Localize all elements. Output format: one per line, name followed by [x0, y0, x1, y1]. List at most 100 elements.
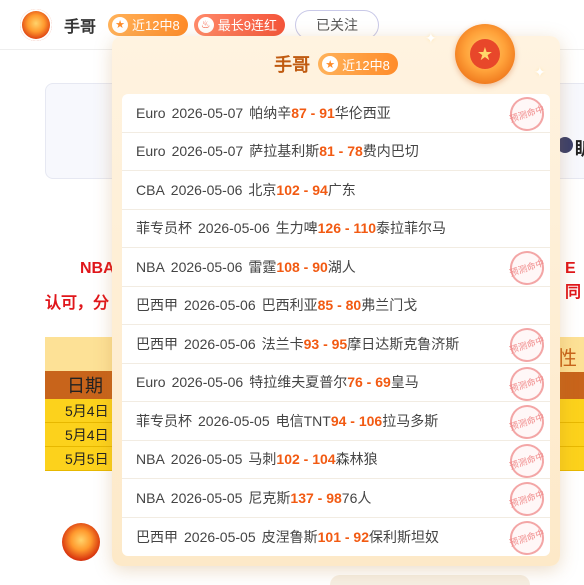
notice-text-right: E同	[565, 260, 582, 301]
league-label: 菲专员杯	[136, 412, 192, 429]
prediction-item[interactable]: NBA 2026-05-06 雷霆 108 - 90 湖人 预测命中	[122, 246, 550, 290]
league-label: 巴西甲	[136, 297, 178, 314]
home-team: 雷霆	[248, 258, 277, 275]
prediction-item[interactable]: NBA 2026-05-05 马刺 102 - 104 森林狼 预测命中	[122, 439, 550, 482]
away-team: 保利斯坦奴	[369, 528, 439, 545]
hit-stamp-icon: 预测命中	[505, 439, 549, 482]
league-label: Euro	[136, 374, 166, 391]
hit-stamp-icon: 预测命中	[505, 477, 549, 521]
score-label: 94 - 106	[330, 412, 383, 429]
medal-icon: ★	[112, 16, 129, 33]
home-team: 尼克斯	[248, 489, 291, 506]
prediction-item[interactable]: 菲专员杯 2026-05-06 生力啤 126 - 110 泰拉菲尔马	[122, 210, 550, 248]
popup-header: 手哥 ★ 近12中8	[112, 50, 560, 78]
hit-stamp-icon: 预测命中	[505, 516, 549, 556]
record-popup: ✦ ✦ ★ 手哥 ★ 近12中8 Euro 2026-05-07 帕纳辛 87 - 9…	[112, 24, 560, 566]
popup-record-badge: ★ 近12中8	[318, 53, 398, 75]
score-label: 101 - 92	[317, 528, 369, 545]
home-team: 特拉维夫夏普尔	[249, 374, 348, 391]
score-label: 76 - 69	[347, 374, 391, 391]
flame-icon: ♨	[197, 16, 214, 33]
hit-stamp-icon: 预测命中	[505, 323, 549, 367]
home-team: 电信TNT	[275, 412, 331, 429]
table-right-mark: 性	[557, 342, 584, 372]
league-label: NBA	[136, 258, 165, 275]
hit-stamp-icon: 预测命中	[505, 362, 549, 405]
date-label: 2026-05-05	[170, 489, 243, 506]
home-team: 皮涅鲁斯	[261, 528, 318, 545]
popup-username: 手哥	[274, 55, 311, 75]
user-avatar[interactable]	[20, 8, 52, 41]
notice-text-line1: NBA	[80, 260, 115, 277]
prediction-item[interactable]: 巴西甲 2026-05-05 皮涅鲁斯 101 - 92 保利斯坦奴 预测命中	[122, 516, 550, 556]
author-name-bar	[330, 575, 530, 585]
away-team: 拉马多斯	[382, 412, 439, 429]
score-label: 102 - 94	[276, 181, 328, 198]
date-label: 2026-05-06	[184, 297, 256, 314]
league-label: Euro	[136, 104, 166, 121]
hit-stamp-icon: 预测命中	[505, 246, 549, 290]
prediction-item[interactable]: CBA 2026-05-06 北京 102 - 94 广东	[122, 171, 550, 210]
score-label: 81 - 78	[319, 143, 363, 160]
score-label: 108 - 90	[276, 258, 328, 275]
prediction-item[interactable]: Euro 2026-05-07 萨拉基利斯 81 - 78 费内巴切	[122, 133, 550, 171]
card-right-text: 盺	[575, 135, 584, 161]
league-label: 巴西甲	[136, 528, 178, 545]
league-label: CBA	[136, 181, 165, 198]
prediction-item[interactable]: NBA 2026-05-05 尼克斯 137 - 98 76人 预测命中	[122, 477, 550, 521]
away-team: 广东	[327, 181, 356, 198]
prediction-list: Euro 2026-05-07 帕纳辛 87 - 91 华伦西亚 预测命中 Euro 2026…	[122, 94, 550, 556]
streak-badge[interactable]: ♨ 最长9连红	[193, 13, 285, 36]
prediction-item[interactable]: 菲专员杯 2026-05-05 电信TNT 94 - 106 拉马多斯 预测命中	[122, 400, 550, 444]
away-team: 弗兰门戈	[361, 297, 418, 314]
recent-record-badge[interactable]: ★ 近12中8	[108, 13, 188, 36]
away-team: 华伦西亚	[334, 104, 391, 121]
home-team: 北京	[248, 181, 277, 198]
league-label: 菲专员杯	[136, 220, 192, 237]
hit-stamp-icon: 预测命中	[505, 94, 549, 136]
author-avatar[interactable]	[62, 523, 100, 561]
date-label: 2026-05-06	[171, 374, 244, 391]
league-label: Euro	[136, 143, 166, 160]
league-label: NBA	[136, 489, 165, 506]
score-label: 85 - 80	[317, 297, 362, 314]
home-team: 巴西利亚	[261, 297, 318, 314]
prediction-item[interactable]: Euro 2026-05-07 帕纳辛 87 - 91 华伦西亚 预测命中	[122, 94, 550, 136]
date-label: 2026-05-05	[184, 528, 256, 545]
date-label: 2026-05-05	[198, 412, 270, 429]
league-label: NBA	[136, 451, 165, 468]
league-label: 巴西甲	[136, 335, 178, 352]
prediction-item[interactable]: 巴西甲 2026-05-06 巴西利亚 85 - 80 弗兰门戈	[122, 287, 550, 325]
hit-stamp-icon: 预测命中	[505, 400, 549, 444]
score-label: 87 - 91	[291, 104, 335, 121]
away-team: 泰拉菲尔马	[376, 220, 447, 237]
notice-text-line2: 认可，分	[45, 295, 110, 312]
date-label: 2026-05-06	[170, 181, 243, 198]
away-team: 76人	[341, 489, 372, 506]
medal-icon: ★	[322, 56, 339, 72]
away-team: 皇马	[390, 374, 419, 391]
score-label: 126 - 110	[317, 220, 377, 237]
away-team: 摩日达斯克鲁济斯	[347, 335, 460, 352]
prediction-item[interactable]: 巴西甲 2026-05-06 法兰卡 93 - 95 摩日达斯克鲁济斯 预测命中	[122, 323, 550, 367]
away-team: 森林狼	[335, 451, 378, 468]
date-label: 2026-05-07	[171, 143, 244, 160]
score-label: 93 - 95	[303, 335, 348, 352]
home-team: 帕纳辛	[249, 104, 292, 121]
date-label: 2026-05-06	[184, 335, 256, 352]
page: 手哥 ★ 近12中8 ♨ 最长9连红 已关注 盺 NBA 认可，分 E同 日期 …	[0, 0, 584, 585]
date-label: 2026-05-07	[171, 104, 244, 121]
away-team: 费内巴切	[362, 143, 419, 160]
recent-record-label: 近12中8	[132, 18, 180, 33]
prediction-item[interactable]: Euro 2026-05-06 特拉维夫夏普尔 76 - 69 皇马 预测命中	[122, 362, 550, 405]
score-label: 137 - 98	[290, 489, 342, 506]
home-team: 生力啤	[275, 220, 318, 237]
streak-label: 最长9连红	[217, 18, 277, 33]
away-team: 湖人	[327, 258, 356, 275]
username[interactable]: 手哥	[64, 13, 96, 37]
home-team: 法兰卡	[261, 335, 304, 352]
date-label: 2026-05-06	[170, 258, 243, 275]
follow-button[interactable]: 已关注	[294, 9, 379, 40]
popup-record-label: 近12中8	[342, 57, 390, 73]
date-label: 2026-05-05	[170, 451, 243, 468]
